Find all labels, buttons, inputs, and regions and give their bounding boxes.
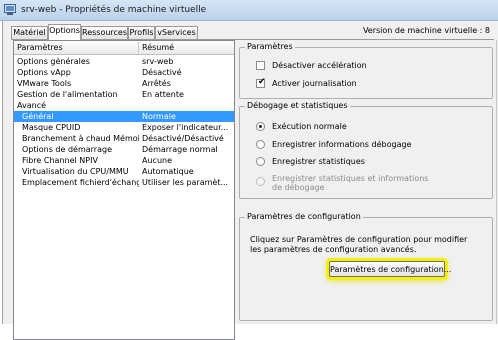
list-row-power-management[interactable]: Gestion de l'alimentation En attente xyxy=(14,89,234,100)
row-summary: Démarrage normal xyxy=(142,145,218,154)
settings-group: Paramètres Désactiver accélération ✔ Act… xyxy=(239,42,493,99)
row-parameter: Options vApp xyxy=(17,68,71,77)
group-title: Débogage et statistiques xyxy=(245,101,350,110)
checkbox-box[interactable] xyxy=(256,61,265,70)
description-line: Cliquez sur Paramètres de configuration … xyxy=(250,235,468,244)
list-row-general[interactable]: Général Normale xyxy=(14,111,234,122)
list-row-vmware-tools[interactable]: VMware Tools Arrêtés xyxy=(14,78,234,89)
row-parameter: Fibre Channel NPIV xyxy=(22,156,98,165)
radio-label[interactable]: Exécution normale xyxy=(272,122,347,131)
configuration-group: Paramètres de configuration Cliquez sur … xyxy=(239,212,493,321)
radio-label[interactable]: Enregistrer statistiques xyxy=(272,157,365,166)
vm-version-label: Version de machine virtuelle : 8 xyxy=(362,26,490,35)
radio-button[interactable] xyxy=(256,140,265,149)
configuration-parameters-button[interactable]: Paramètres de configuration... xyxy=(329,261,451,277)
radio-dot-icon xyxy=(259,125,262,128)
column-header-summary[interactable]: Résumé xyxy=(142,43,174,52)
checkbox-label[interactable]: Désactiver accélération xyxy=(272,61,367,70)
group-title: Paramètres de configuration xyxy=(245,212,363,221)
group-title: Paramètres xyxy=(245,42,295,51)
row-summary: Automatique xyxy=(142,167,194,176)
row-parameter: Options générales xyxy=(17,57,90,66)
row-parameter: Général xyxy=(22,112,54,121)
list-row-fibre-channel-npiv[interactable]: Fibre Channel NPIV Aucune xyxy=(14,155,234,166)
settings-panel: Paramètres Désactiver accélération ✔ Act… xyxy=(239,40,496,322)
checkbox-box[interactable]: ✔ xyxy=(256,77,266,88)
debug-stats-group: Débogage et statistiques Exécution norma… xyxy=(239,101,493,199)
checkbox-label[interactable]: Activer journalisation xyxy=(272,79,357,88)
row-parameter: Virtualisation du CPU/MMU xyxy=(22,167,129,176)
window-title: srv-web - Propriétés de machine virtuell… xyxy=(21,5,207,15)
row-summary: Arrêtés xyxy=(142,79,171,88)
list-header: Paramètres Résumé xyxy=(14,41,234,55)
list-row-general-options[interactable]: Options générales srv-web xyxy=(14,56,234,67)
configuration-description: Cliquez sur Paramètres de configuration … xyxy=(250,235,486,255)
tab-profiles[interactable]: Profils xyxy=(128,26,155,39)
radio-button[interactable] xyxy=(256,157,265,166)
tab-options[interactable]: Options xyxy=(48,24,81,40)
vm-icon xyxy=(4,4,16,15)
checkmark-icon: ✔ xyxy=(258,77,266,87)
list-row-swapfile-location[interactable]: Emplacement fichierd'échange Utiliser le… xyxy=(14,177,234,188)
row-summary: srv-web xyxy=(142,57,174,66)
row-summary: Normale xyxy=(142,112,176,121)
column-divider[interactable] xyxy=(138,42,139,53)
tab-hardware[interactable]: Matériel xyxy=(11,26,48,39)
list-row-boot-options[interactable]: Options de démarrage Démarrage normal xyxy=(14,144,234,155)
row-parameter: Options de démarrage xyxy=(22,145,112,154)
tab-resources[interactable]: Ressources xyxy=(81,26,128,39)
column-header-parameters[interactable]: Paramètres xyxy=(17,43,63,52)
row-parameter: Emplacement fichierd'échange xyxy=(22,178,139,187)
list-row-cpu-mmu-virtualization[interactable]: Virtualisation du CPU/MMU Automatique xyxy=(14,166,234,177)
radio-label[interactable]: Enregistrer informations débogage xyxy=(272,140,411,149)
properties-window: Matériel Options Ressources Profils vSer… xyxy=(2,21,498,340)
list-row-hot-plug-memory[interactable]: Branchement à chaud Mémoir... Désactivé/… xyxy=(14,133,234,144)
row-summary: Aucune xyxy=(142,156,173,165)
row-parameter: VMware Tools xyxy=(17,79,72,88)
tab-vservices[interactable]: vServices xyxy=(155,26,198,39)
row-parameter: Masque CPUID xyxy=(22,123,81,132)
radio-label-line2: de débogage xyxy=(272,183,325,192)
row-summary: Utiliser les paramèt... xyxy=(142,178,229,187)
row-summary: Exposer l'indicateur... xyxy=(142,123,229,132)
radio-button[interactable] xyxy=(256,122,265,131)
panel-right-border xyxy=(496,40,497,324)
row-summary: En attente xyxy=(142,90,184,99)
row-parameter: Branchement à chaud Mémoir... xyxy=(22,134,139,143)
description-line: les paramètres de configuration avancés. xyxy=(250,245,417,254)
row-parameter: Gestion de l'alimentation xyxy=(17,90,118,99)
title-bar: srv-web - Propriétés de machine virtuell… xyxy=(0,0,498,21)
radio-button xyxy=(256,177,265,186)
list-section-advanced: Avancé xyxy=(14,100,234,111)
list-row-cpuid-mask[interactable]: Masque CPUID Exposer l'indicateur... xyxy=(14,122,234,133)
options-list[interactable]: Paramètres Résumé Options générales srv-… xyxy=(13,40,235,340)
list-row-vapp-options[interactable]: Options vApp Désactivé xyxy=(14,67,234,78)
row-summary: Désactivé xyxy=(142,68,182,77)
row-summary: Désactivé/Désactivé xyxy=(142,134,224,143)
radio-label-line1: Enregistrer statistiques et informations xyxy=(272,174,429,183)
section-label: Avancé xyxy=(17,101,47,110)
